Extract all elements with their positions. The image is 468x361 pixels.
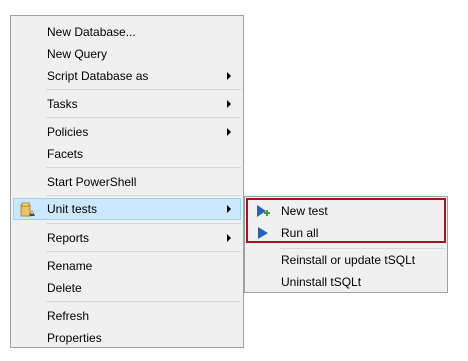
menu-item-label: Refresh xyxy=(47,309,90,323)
menu-separator xyxy=(46,117,241,118)
menu-separator xyxy=(46,89,241,90)
submenu-arrow-icon xyxy=(227,234,231,242)
menu-item-label: Facets xyxy=(47,147,84,161)
menu-item-label: Properties xyxy=(47,331,102,345)
submenu-arrow-icon xyxy=(227,72,231,80)
context-menu: New Database... New Query Script Databas… xyxy=(10,15,244,348)
menu-item-new-database[interactable]: New Database... xyxy=(13,21,241,43)
submenu-item-uninstall-tsqlt[interactable]: Uninstall tSQLt xyxy=(247,271,445,293)
submenu-arrow-icon xyxy=(227,100,231,108)
menu-item-facets[interactable]: Facets xyxy=(13,143,241,165)
menu-item-label: Tasks xyxy=(47,97,78,111)
unit-tests-icon xyxy=(20,202,35,217)
menu-item-start-powershell[interactable]: Start PowerShell xyxy=(13,171,241,193)
menu-separator xyxy=(46,223,241,224)
submenu-arrow-icon xyxy=(227,205,231,213)
menu-item-label: New Database... xyxy=(47,25,136,39)
menu-item-label: Rename xyxy=(47,259,93,273)
menu-item-script-database-as[interactable]: Script Database as xyxy=(13,65,241,87)
menu-item-label: Start PowerShell xyxy=(47,175,137,189)
menu-item-policies[interactable]: Policies xyxy=(13,121,241,143)
menu-item-delete[interactable]: Delete xyxy=(13,277,241,299)
submenu-item-reinstall-tsqlt[interactable]: Reinstall or update tSQLt xyxy=(247,249,445,271)
menu-item-reports[interactable]: Reports xyxy=(13,227,241,249)
menu-separator xyxy=(46,301,241,302)
menu-separator xyxy=(46,251,241,252)
menu-separator xyxy=(46,167,241,168)
highlight-callout-box xyxy=(246,198,446,243)
menu-item-rename[interactable]: Rename xyxy=(13,255,241,277)
menu-item-refresh[interactable]: Refresh xyxy=(13,305,241,327)
submenu-arrow-icon xyxy=(227,128,231,136)
menu-item-label: Policies xyxy=(47,125,89,139)
menu-item-tasks[interactable]: Tasks xyxy=(13,93,241,115)
submenu-item-label: Reinstall or update tSQLt xyxy=(281,253,416,267)
menu-item-label: Script Database as xyxy=(47,69,149,83)
screenshot-stage: New Database... New Query Script Databas… xyxy=(0,0,468,361)
menu-item-unit-tests[interactable]: Unit tests xyxy=(13,198,241,220)
menu-item-new-query[interactable]: New Query xyxy=(13,43,241,65)
menu-separator xyxy=(46,195,241,196)
menu-item-label: New Query xyxy=(47,47,108,61)
menu-item-label: Delete xyxy=(47,281,82,295)
submenu-item-label: Uninstall tSQLt xyxy=(281,275,362,289)
menu-item-label: Unit tests xyxy=(47,202,98,216)
menu-item-label: Reports xyxy=(47,231,90,245)
menu-item-properties[interactable]: Properties xyxy=(13,327,241,349)
unit-tests-submenu: New test Run all Reinstall or update tSQ… xyxy=(244,196,448,293)
